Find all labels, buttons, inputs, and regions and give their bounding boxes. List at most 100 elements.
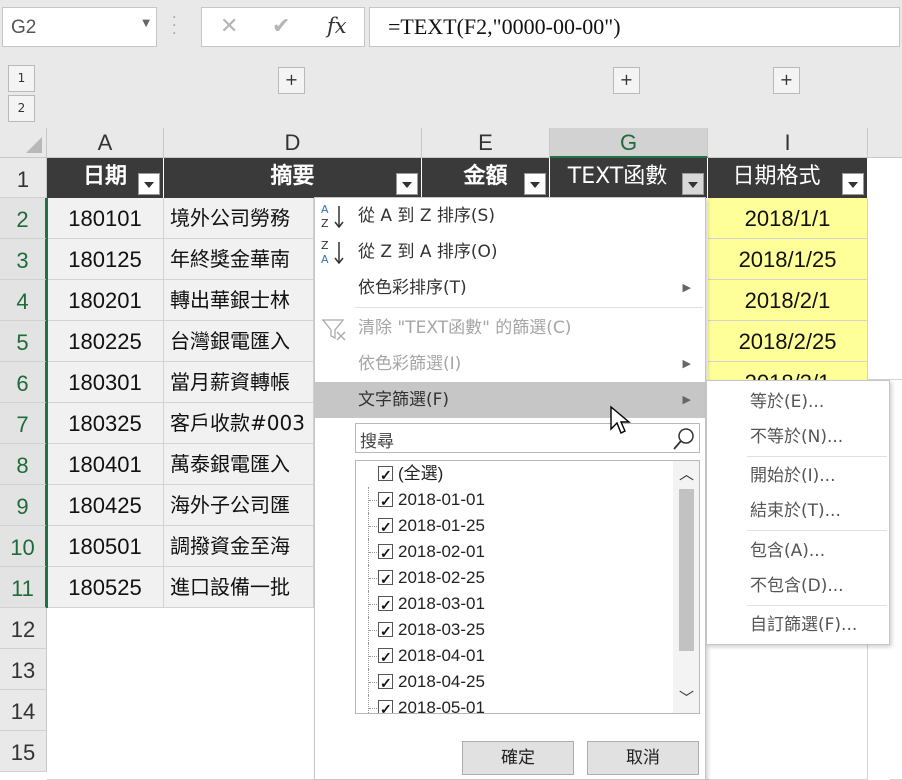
filter-value-list[interactable]: (全選) 2018-01-01 2018-01-25 2018-02-01 20… [355,460,700,714]
scroll-up-icon[interactable]: ︿ [679,467,694,482]
date-format-cell[interactable]: 2018/2/25 [708,321,868,362]
date-cell[interactable]: 180301 [47,362,164,403]
column-header-blank[interactable] [868,128,902,158]
name-box[interactable]: G2 ▼ [2,7,157,47]
list-item[interactable]: 2018-03-01 [356,591,674,618]
insert-function-icon[interactable]: fx [327,14,347,38]
date-format-cell[interactable]: 2018/1/25 [708,239,868,280]
date-cell[interactable]: 180525 [47,567,164,608]
checkbox-checked-icon[interactable] [378,540,393,566]
date-cell[interactable]: 180101 [47,198,164,239]
list-item[interactable]: 2018-03-25 [356,617,674,644]
summary-cell[interactable]: 年終獎金華南 [164,239,314,280]
begins-with-item[interactable]: 開始於(I)... [707,460,889,492]
ok-button[interactable]: 確定 [462,741,574,775]
row-header[interactable]: 3 [0,239,47,280]
row-header[interactable]: 1 [0,158,47,198]
row-header[interactable]: 12 [0,608,47,649]
row-header[interactable]: 9 [0,485,47,526]
expand-group-button[interactable]: + [773,67,800,94]
row-header[interactable]: 10 [0,526,47,567]
list-item[interactable]: 2018-04-01 [356,643,674,670]
row-header[interactable]: 4 [0,280,47,321]
filter-search-input[interactable]: 搜尋 [355,423,700,453]
column-header-g[interactable]: G [550,128,708,158]
row-header[interactable]: 5 [0,321,47,362]
date-cell[interactable]: 180325 [47,403,164,444]
empty-grid[interactable] [890,380,902,780]
summary-cell[interactable]: 調撥資金至海 [164,526,314,567]
row-header[interactable]: 14 [0,690,47,731]
scroll-down-icon[interactable]: ﹀ [679,691,694,706]
enter-icon[interactable]: ✔ [272,14,290,39]
checkbox-checked-icon[interactable] [378,696,393,713]
contains-item[interactable]: 包含(A)... [707,535,889,567]
checkbox-checked-icon[interactable] [378,618,393,644]
text-filters-item[interactable]: 文字篩選(F) ▶ [315,382,705,418]
checkbox-checked-icon[interactable] [378,566,393,592]
scrollbar-thumb[interactable] [679,489,694,651]
drag-handle-icon[interactable]: · · · [172,11,177,41]
checkbox-checked-icon[interactable] [378,488,393,514]
summary-cell[interactable]: 進口設備一批 [164,567,314,608]
summary-cell[interactable]: 境外公司勞務 [164,198,314,239]
ends-with-item[interactable]: 結束於(T)... [707,495,889,527]
list-item[interactable]: 2018-05-01 [356,695,674,713]
empty-grid[interactable] [868,158,902,380]
header-cell-date-format[interactable]: 日期格式 [708,158,868,198]
not-equals-item[interactable]: 不等於(N)... [707,421,889,453]
filter-dropdown-button[interactable] [396,173,418,195]
list-scrollbar[interactable]: ︿ ﹀ [673,461,699,713]
list-item[interactable]: 2018-01-25 [356,513,674,540]
filter-dropdown-button[interactable] [682,173,704,195]
row-header[interactable]: 2 [0,198,47,239]
checkbox-checked-icon[interactable] [378,462,393,488]
select-all-checkbox[interactable]: (全選) [356,461,674,488]
name-box-dropdown-icon[interactable]: ▼ [142,18,150,29]
checkbox-checked-icon[interactable] [378,592,393,618]
date-cell[interactable]: 180501 [47,526,164,567]
select-all-corner[interactable] [0,128,47,158]
sort-by-color-item[interactable]: 依色彩排序(T) ▶ [315,270,705,306]
outline-level-1-button[interactable]: 1 [8,65,35,92]
header-cell-summary[interactable]: 摘要 [164,158,422,198]
row-header[interactable]: 11 [0,567,47,608]
filter-by-color-item[interactable]: 依色彩篩選(I) ▶ [315,346,705,382]
sort-ascending-item[interactable]: A Z 從 A 到 Z 排序(S) [315,198,705,234]
expand-group-button[interactable]: + [278,67,305,94]
summary-cell[interactable]: 轉出華銀士林 [164,280,314,321]
header-cell-date[interactable]: 日期 [47,158,164,198]
column-header-i[interactable]: I [708,128,868,158]
summary-cell[interactable]: 台灣銀電匯入 [164,321,314,362]
checkbox-checked-icon[interactable] [378,644,393,670]
summary-cell[interactable]: 萬泰銀電匯入 [164,444,314,485]
column-header-d[interactable]: D [164,128,422,158]
column-header-a[interactable]: A [47,128,164,158]
summary-cell[interactable]: 當月薪資轉帳 [164,362,314,403]
summary-cell[interactable]: 海外子公司匯 [164,485,314,526]
sort-descending-item[interactable]: Z A 從 Z 到 A 排序(O) [315,234,705,270]
row-header[interactable]: 15 [0,731,47,772]
filter-dropdown-button[interactable] [842,173,864,195]
not-contains-item[interactable]: 不包含(D)... [707,570,889,602]
date-cell[interactable]: 180401 [47,444,164,485]
checkbox-checked-icon[interactable] [378,670,393,696]
filter-dropdown-button[interactable] [138,173,160,195]
header-cell-amount[interactable]: 金額 [422,158,550,198]
list-item[interactable]: 2018-02-01 [356,539,674,566]
list-item[interactable]: 2018-01-01 [356,487,674,514]
clear-filter-item[interactable]: 清除 "TEXT函數" 的篩選(C) [315,310,705,346]
date-format-cell[interactable]: 2018/2/1 [708,280,868,321]
expand-group-button[interactable]: + [613,67,640,94]
checkbox-checked-icon[interactable] [378,514,393,540]
formula-input[interactable]: =TEXT(F2,"0000-00-00") [369,7,900,47]
row-header[interactable]: 13 [0,649,47,690]
list-item[interactable]: 2018-04-25 [356,669,674,696]
list-item[interactable]: 2018-02-25 [356,565,674,592]
outline-level-2-button[interactable]: 2 [8,95,35,122]
row-header[interactable]: 7 [0,403,47,444]
summary-cell[interactable]: 客戶收款#003 [164,403,314,444]
date-cell[interactable]: 180201 [47,280,164,321]
custom-filter-item[interactable]: 自訂篩選(F)... [707,609,889,641]
date-cell[interactable]: 180425 [47,485,164,526]
